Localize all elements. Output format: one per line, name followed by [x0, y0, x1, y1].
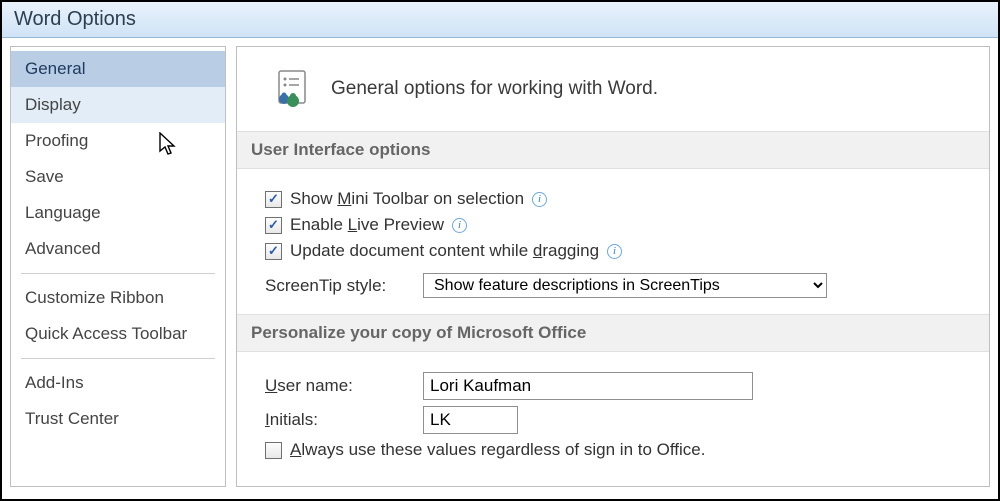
label-mini-toolbar: Show Mini Toolbar on selection: [290, 189, 524, 209]
section-ui-options-body: Show Mini Toolbar on selection Enable Li…: [237, 169, 989, 314]
page-heading-text: General options for working with Word.: [331, 78, 658, 100]
nav-separator-2: [21, 358, 215, 359]
label-user-name: User name:: [265, 376, 415, 396]
info-icon[interactable]: [532, 192, 547, 207]
label-initials: Initials:: [265, 410, 415, 430]
nav-quick-access-toolbar[interactable]: Quick Access Toolbar: [11, 316, 225, 352]
checkbox-mini-toolbar[interactable]: [265, 191, 282, 208]
checkbox-live-preview[interactable]: [265, 217, 282, 234]
content-pane: General options for working with Word. U…: [236, 46, 990, 487]
page-heading: General options for working with Word.: [237, 47, 989, 131]
label-screentip-style: ScreenTip style:: [265, 276, 415, 296]
input-user-name[interactable]: [423, 372, 753, 400]
nav-customize-ribbon[interactable]: Customize Ribbon: [11, 280, 225, 316]
client-area: General Display Proofing Save Language A…: [2, 38, 998, 495]
section-ui-options-header: User Interface options: [237, 131, 989, 169]
section-personalize-header: Personalize your copy of Microsoft Offic…: [237, 314, 989, 352]
label-live-preview: Enable Live Preview: [290, 215, 444, 235]
nav-language[interactable]: Language: [11, 195, 225, 231]
nav-general[interactable]: General: [11, 51, 225, 87]
nav-proofing[interactable]: Proofing: [11, 123, 225, 159]
nav-display[interactable]: Display: [11, 87, 225, 123]
nav-advanced[interactable]: Advanced: [11, 231, 225, 267]
info-icon[interactable]: [452, 218, 467, 233]
nav-separator-1: [21, 273, 215, 274]
nav-trust-center[interactable]: Trust Center: [11, 401, 225, 437]
info-icon[interactable]: [607, 244, 622, 259]
checkbox-update-while-dragging[interactable]: [265, 243, 282, 260]
checkbox-always-use-values[interactable]: [265, 442, 282, 459]
label-always-use-values: Always use these values regardless of si…: [290, 440, 705, 460]
nav-save[interactable]: Save: [11, 159, 225, 195]
select-screentip-style[interactable]: Show feature descriptions in ScreenTips: [423, 273, 827, 298]
nav-add-ins[interactable]: Add-Ins: [11, 365, 225, 401]
general-options-icon: [273, 69, 313, 109]
category-sidebar: General Display Proofing Save Language A…: [10, 46, 226, 487]
section-personalize-body: User name: Initials: Always use these va…: [237, 352, 989, 476]
window-title: Word Options: [2, 2, 998, 38]
label-update-while-dragging: Update document content while dragging: [290, 241, 599, 261]
input-initials[interactable]: [423, 406, 518, 434]
